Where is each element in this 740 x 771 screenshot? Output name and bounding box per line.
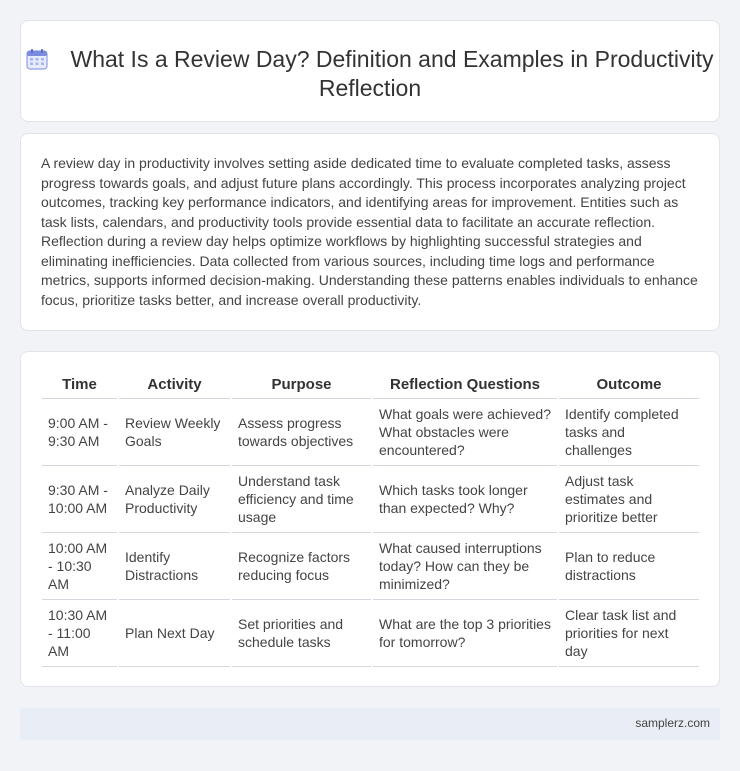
table-header-row: Time Activity Purpose Reflection Questio…: [42, 374, 699, 399]
table-row: 9:30 AM - 10:00 AM Analyze Daily Product…: [42, 465, 699, 533]
footer-bar: samplerz.com: [20, 708, 720, 740]
table-cell: 9:00 AM - 9:30 AM: [42, 398, 119, 466]
table-row: 10:00 AM - 10:30 AM Identify Distraction…: [42, 532, 699, 600]
intro-card: A review day in productivity involves se…: [20, 133, 720, 331]
table-cell: What goals were achieved? What obstacles…: [372, 398, 559, 466]
intro-paragraph: A review day in productivity involves se…: [41, 155, 698, 308]
page-title: What Is a Review Day? Definition and Exa…: [21, 45, 719, 103]
table-row: 9:00 AM - 9:30 AM Review Weekly Goals As…: [42, 398, 699, 466]
column-header: Reflection Questions: [372, 374, 559, 399]
table-cell: Plan to reduce distractions: [558, 532, 699, 600]
table-cell: Identify Distractions: [118, 532, 232, 600]
column-header: Outcome: [558, 374, 699, 399]
table-cell: Set priorities and schedule tasks: [231, 599, 373, 667]
table-cell: 10:00 AM - 10:30 AM: [42, 532, 119, 600]
page-title-text: What Is a Review Day? Definition and Exa…: [70, 46, 714, 101]
table-cell: Understand task efficiency and time usag…: [231, 465, 373, 533]
table-cell: What are the top 3 priorities for tomorr…: [372, 599, 559, 667]
table-cell: Identify completed tasks and challenges: [558, 398, 699, 466]
table-cell: Adjust task estimates and prioritize bet…: [558, 465, 699, 533]
column-header: Purpose: [231, 374, 373, 399]
table-cell: Which tasks took longer than expected? W…: [372, 465, 559, 533]
header-card: What Is a Review Day? Definition and Exa…: [20, 20, 720, 122]
table-cell: Analyze Daily Productivity: [118, 465, 232, 533]
table-cell: Recognize factors reducing focus: [231, 532, 373, 600]
calendar-icon: [26, 48, 49, 70]
table-row: 10:30 AM - 11:00 AM Plan Next Day Set pr…: [42, 599, 699, 667]
table-cell: 9:30 AM - 10:00 AM: [42, 465, 119, 533]
table-cell: Clear task list and priorities for next …: [558, 599, 699, 667]
table-cell: Assess progress towards objectives: [231, 398, 373, 466]
table-cell: 10:30 AM - 11:00 AM: [42, 599, 119, 667]
table-cell: Review Weekly Goals: [118, 398, 232, 466]
footer-site-link[interactable]: samplerz.com: [635, 716, 710, 730]
review-day-table: Time Activity Purpose Reflection Questio…: [42, 374, 699, 667]
table-cell: Plan Next Day: [118, 599, 232, 667]
column-header: Time: [42, 374, 119, 399]
column-header: Activity: [118, 374, 232, 399]
table-cell: What caused interruptions today? How can…: [372, 532, 559, 600]
table-card: Time Activity Purpose Reflection Questio…: [20, 351, 720, 687]
